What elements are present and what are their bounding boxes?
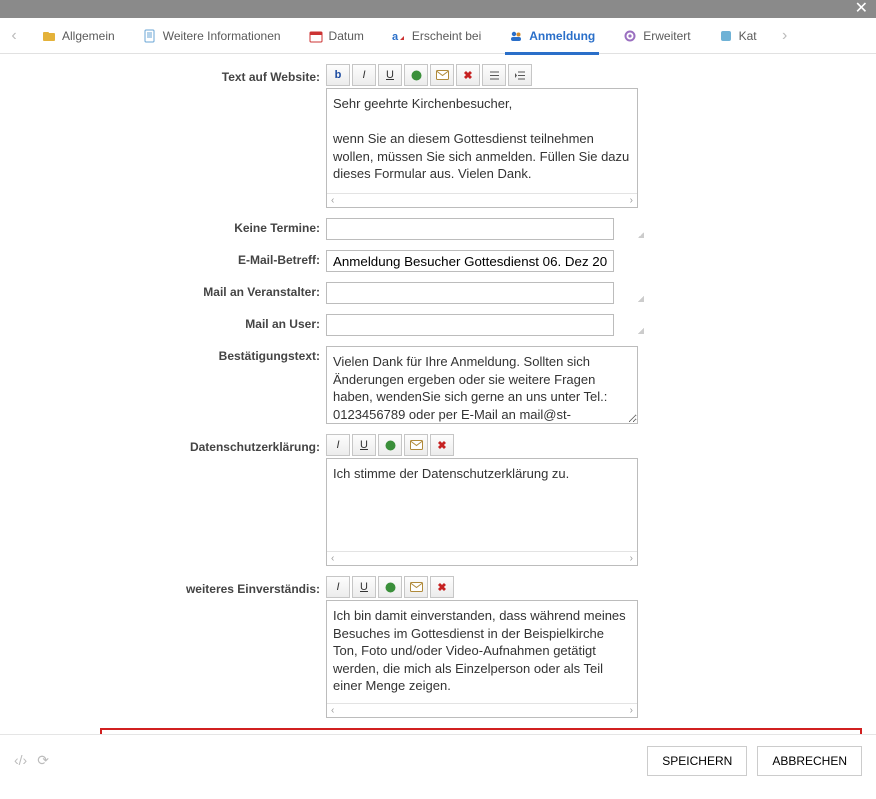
indent-button[interactable]	[508, 64, 532, 86]
text-on-website-label: Text auf Website:	[0, 67, 320, 84]
folder-icon	[42, 29, 56, 43]
confirmation-text-input[interactable]	[326, 346, 638, 424]
rte-toolbar-privacy: I U ✖	[326, 434, 646, 456]
italic-button[interactable]: I	[352, 64, 376, 86]
db-form-row-highlight: Formular (zum Speichern in Datenbank): ✖	[100, 728, 862, 734]
gear-icon	[623, 29, 637, 43]
mail-button[interactable]	[404, 434, 428, 456]
tab-label: Erscheint bei	[412, 29, 481, 43]
scroll-left-icon[interactable]: ‹	[331, 705, 334, 716]
list-button[interactable]	[482, 64, 506, 86]
mail-button[interactable]	[404, 576, 428, 598]
svg-text:a: a	[392, 31, 399, 43]
tab-label: Anmeldung	[529, 29, 595, 43]
scroll-left-icon[interactable]: ‹	[331, 195, 334, 206]
no-dates-label: Keine Termine:	[0, 218, 320, 235]
tab-scroll-right[interactable]: ›	[771, 27, 799, 45]
editor-content[interactable]: Ich bin damit einverstanden, dass währen…	[327, 601, 637, 703]
rte-toolbar-website: b I U ✖	[326, 64, 646, 86]
tab-label: Allgemein	[62, 29, 115, 43]
no-dates-input[interactable]	[326, 218, 614, 240]
text-on-website-editor[interactable]: Sehr geehrte Kirchenbesucher, wenn Sie a…	[326, 88, 638, 208]
refresh-icon[interactable]: ⟳	[37, 752, 49, 769]
mail-organizer-label: Mail an Veranstalter:	[0, 282, 320, 299]
clear-format-button[interactable]: ✖	[456, 64, 480, 86]
italic-button[interactable]: I	[326, 434, 350, 456]
tab-label: Weitere Informationen	[163, 29, 281, 43]
mail-organizer-input[interactable]	[326, 282, 614, 304]
editor-scrollbar[interactable]: ‹ ›	[327, 193, 637, 207]
editor-content[interactable]: Sehr geehrte Kirchenbesucher, wenn Sie a…	[327, 89, 637, 193]
mail-user-input[interactable]	[326, 314, 614, 336]
scroll-right-icon[interactable]: ›	[630, 705, 633, 716]
rte-toolbar-consent: I U ✖	[326, 576, 646, 598]
close-icon[interactable]: ✕	[855, 0, 868, 18]
link-button[interactable]	[378, 434, 402, 456]
cancel-button[interactable]: ABBRECHEN	[757, 746, 862, 776]
form-pane: Text auf Website: b I U ✖ Sehr geehrte K…	[0, 54, 876, 734]
users-icon	[509, 29, 523, 43]
tab-allgemein[interactable]: Allgemein	[28, 18, 129, 54]
underline-button[interactable]: U	[378, 64, 402, 86]
editor-content[interactable]: Ich stimme der Datenschutzerklärung zu.	[327, 459, 637, 551]
clear-format-button[interactable]: ✖	[430, 434, 454, 456]
editor-scrollbar[interactable]: ‹ ›	[327, 551, 637, 565]
calendar-icon	[309, 29, 323, 43]
tab-weitere-informationen[interactable]: Weitere Informationen	[129, 18, 295, 54]
link-button[interactable]	[404, 64, 428, 86]
tab-erscheint-bei[interactable]: a Erscheint bei	[378, 18, 495, 54]
tab-label: Kat	[739, 29, 757, 43]
save-button[interactable]: SPEICHERN	[647, 746, 747, 776]
code-view-icon[interactable]: ‹/›	[14, 752, 27, 769]
tabbar: ‹ Allgemein Weitere Informationen Datum …	[0, 18, 876, 54]
scroll-left-icon[interactable]: ‹	[331, 553, 334, 564]
bold-button[interactable]: b	[326, 64, 350, 86]
confirmation-text-label: Bestätigungstext:	[0, 346, 320, 363]
email-subject-label: E-Mail-Betreff:	[0, 250, 320, 267]
underline-button[interactable]: U	[352, 434, 376, 456]
footer: ‹/› ⟳ SPEICHERN ABBRECHEN	[0, 734, 876, 786]
mail-user-label: Mail an User:	[0, 314, 320, 331]
tab-kategorie[interactable]: Kat	[705, 18, 771, 54]
further-consent-editor[interactable]: Ich bin damit einverstanden, dass währen…	[326, 600, 638, 718]
privacy-label: Datenschutzerklärung:	[0, 437, 320, 454]
tab-label: Erweitert	[643, 29, 690, 43]
tab-datum[interactable]: Datum	[295, 18, 378, 54]
tab-scroll-left[interactable]: ‹	[0, 27, 28, 45]
scroll-right-icon[interactable]: ›	[630, 553, 633, 564]
email-subject-input[interactable]	[326, 250, 614, 272]
further-consent-label: weiteres Einverständis:	[0, 579, 320, 596]
italic-button[interactable]: I	[326, 576, 350, 598]
clear-format-button[interactable]: ✖	[430, 576, 454, 598]
tab-erweitert[interactable]: Erweitert	[609, 18, 704, 54]
mail-button[interactable]	[430, 64, 454, 86]
document-icon	[143, 29, 157, 43]
scroll-right-icon[interactable]: ›	[630, 195, 633, 206]
appears-at-icon: a	[392, 29, 406, 43]
underline-button[interactable]: U	[352, 576, 376, 598]
editor-scrollbar[interactable]: ‹ ›	[327, 703, 637, 717]
privacy-editor[interactable]: Ich stimme der Datenschutzerklärung zu. …	[326, 458, 638, 566]
tab-anmeldung[interactable]: Anmeldung	[495, 18, 609, 54]
link-button[interactable]	[378, 576, 402, 598]
titlebar: ✕	[0, 0, 876, 18]
tab-label: Datum	[329, 29, 364, 43]
category-icon	[719, 29, 733, 43]
